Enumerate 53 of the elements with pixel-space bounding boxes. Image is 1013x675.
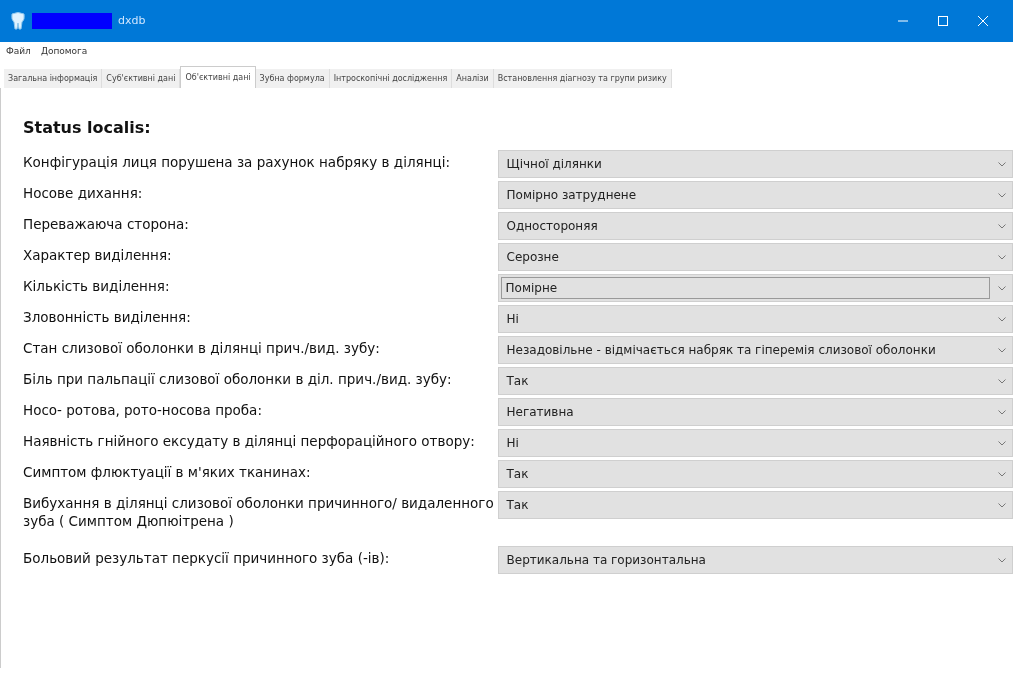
chevron-down-icon [998,285,1006,291]
tab[interactable]: Об'єктивні дані [180,66,256,88]
chevron-down-icon [998,316,1006,322]
chevron-down-icon [998,557,1006,563]
field-label: Біль при пальпації слизової оболонки в діл. прич./вид. зубу: [23,370,453,388]
tab[interactable]: Суб'єктивні дані [102,69,181,88]
field-label: Стан слизової оболонки в ділянці прич./вид. зубу: [23,339,381,357]
menu-item[interactable]: Файл [6,45,31,59]
field-label: Носове дихання: [23,184,144,202]
tab[interactable]: Встановлення діагнозу та групи ризику [493,69,672,88]
dropdown[interactable]: Ні [497,429,1013,457]
dropdown[interactable]: Негативна [497,398,1013,426]
close-icon [978,16,988,26]
section-heading: Status localis: [23,117,152,139]
field-label: Симптом флюктуації в м'яких тканинах: [23,463,312,481]
dropdown[interactable]: Так [497,491,1013,519]
field-label: Носо- ротова, рото-носова проба: [23,401,263,419]
tab[interactable]: Інтроскопічні дослідження [329,69,453,88]
tooth-icon [10,12,26,30]
field-label: Характер виділення: [23,246,173,264]
chevron-down-icon [998,223,1006,229]
tab[interactable]: Зубна формула [255,69,330,88]
field-label: Зловонність виділення: [23,308,192,326]
field-label: Вибухання в ділянці слизової оболонки причинного/ видаленного зуба ( Симптом Дюпюітрена ) [23,494,495,530]
dropdown[interactable]: Щічної ділянки [497,150,1013,178]
chevron-down-icon [998,409,1006,415]
menu-item[interactable]: Допомога [40,45,88,59]
dropdown[interactable]: Ні [497,305,1013,333]
field-label: Больовий результат перкусії причинного зуба (-ів): [23,549,391,567]
dropdown[interactable]: Помірне [497,274,1013,302]
chevron-down-icon [998,347,1006,353]
dropdown[interactable]: Помірно затруднене [497,181,1013,209]
dropdown[interactable]: Вертикальна та горизонтальна [497,546,1013,574]
chevron-down-icon [998,502,1006,508]
chevron-down-icon [998,192,1006,198]
chevron-down-icon [998,254,1006,260]
dropdown[interactable]: Одностороняя [497,212,1013,240]
field-label: Конфігурація лиця порушена за рахунок набряку в ділянці: [23,153,451,171]
field-label: Наявність гнійного ексудату в ділянці перфораційного отвору: [23,432,476,450]
chevron-down-icon [998,378,1006,384]
dropdown[interactable]: Так [497,367,1013,395]
field-label: Кількість виділення: [23,277,171,295]
chevron-down-icon [998,471,1006,477]
dropdown[interactable]: Незадовільне - відмічається набряк та гіперемія слизової оболонки [497,336,1013,364]
dropdown[interactable]: Так [497,460,1013,488]
field-label: Переважаюча сторона: [23,215,190,233]
tab[interactable]: Загальна інформація [4,69,103,88]
chevron-down-icon [998,440,1006,446]
chevron-down-icon [998,161,1006,167]
tab[interactable]: Аналізи [452,69,494,88]
dropdown[interactable]: Серозне [497,243,1013,271]
window-title: dxdb [118,12,146,29]
maximize-icon [938,16,948,26]
